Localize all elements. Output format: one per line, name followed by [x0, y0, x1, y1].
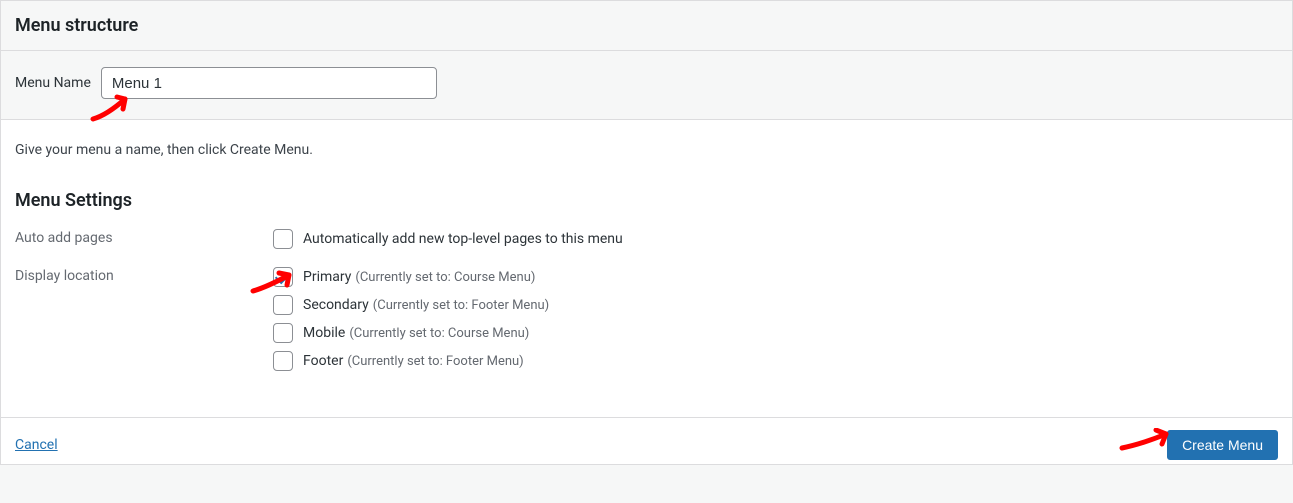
location-secondary-name: Secondary — [303, 297, 369, 313]
location-mobile-name: Mobile — [303, 325, 345, 341]
menu-settings-section: Menu Settings Auto add pages Automatical… — [1, 190, 1292, 417]
cancel-link[interactable]: Cancel — [15, 437, 58, 453]
section-title: Menu structure — [1, 1, 1292, 51]
menu-structure-panel: Menu structure Menu Name Give your menu … — [0, 0, 1293, 465]
menu-name-input[interactable] — [101, 67, 437, 99]
location-mobile-row: Mobile (Currently set to: Course Menu) — [273, 323, 1278, 343]
location-footer-name: Footer — [303, 353, 343, 369]
location-footer-sub: (Currently set to: Footer Menu) — [347, 354, 523, 369]
location-primary-name: Primary — [303, 269, 351, 285]
menu-name-label: Menu Name — [15, 75, 91, 91]
display-location-row: Display location Primary (Currently set … — [15, 267, 1278, 379]
location-primary-sub: (Currently set to: Course Menu) — [355, 270, 535, 285]
auto-add-pages-row: Auto add pages Automatically add new top… — [15, 229, 1278, 257]
footer-row: Cancel Create Menu — [1, 417, 1292, 464]
location-primary-row: Primary (Currently set to: Course Menu) — [273, 267, 1278, 287]
menu-name-row: Menu Name — [1, 51, 1292, 120]
auto-add-checkbox-label: Automatically add new top-level pages to… — [303, 231, 623, 247]
auto-add-checkbox[interactable] — [273, 229, 293, 249]
auto-add-pages-label: Auto add pages — [15, 229, 273, 246]
display-location-label: Display location — [15, 267, 273, 284]
location-footer-checkbox[interactable] — [273, 351, 293, 371]
auto-add-checkbox-row: Automatically add new top-level pages to… — [273, 229, 1278, 249]
location-footer-row: Footer (Currently set to: Footer Menu) — [273, 351, 1278, 371]
instruction-text: Give your menu a name, then click Create… — [1, 120, 1292, 190]
location-mobile-sub: (Currently set to: Course Menu) — [349, 326, 529, 341]
location-secondary-row: Secondary (Currently set to: Footer Menu… — [273, 295, 1278, 315]
location-secondary-checkbox[interactable] — [273, 295, 293, 315]
menu-settings-heading: Menu Settings — [15, 190, 1278, 211]
create-menu-button[interactable]: Create Menu — [1167, 430, 1278, 460]
location-secondary-sub: (Currently set to: Footer Menu) — [373, 298, 549, 313]
location-mobile-checkbox[interactable] — [273, 323, 293, 343]
location-primary-checkbox[interactable] — [273, 267, 293, 287]
